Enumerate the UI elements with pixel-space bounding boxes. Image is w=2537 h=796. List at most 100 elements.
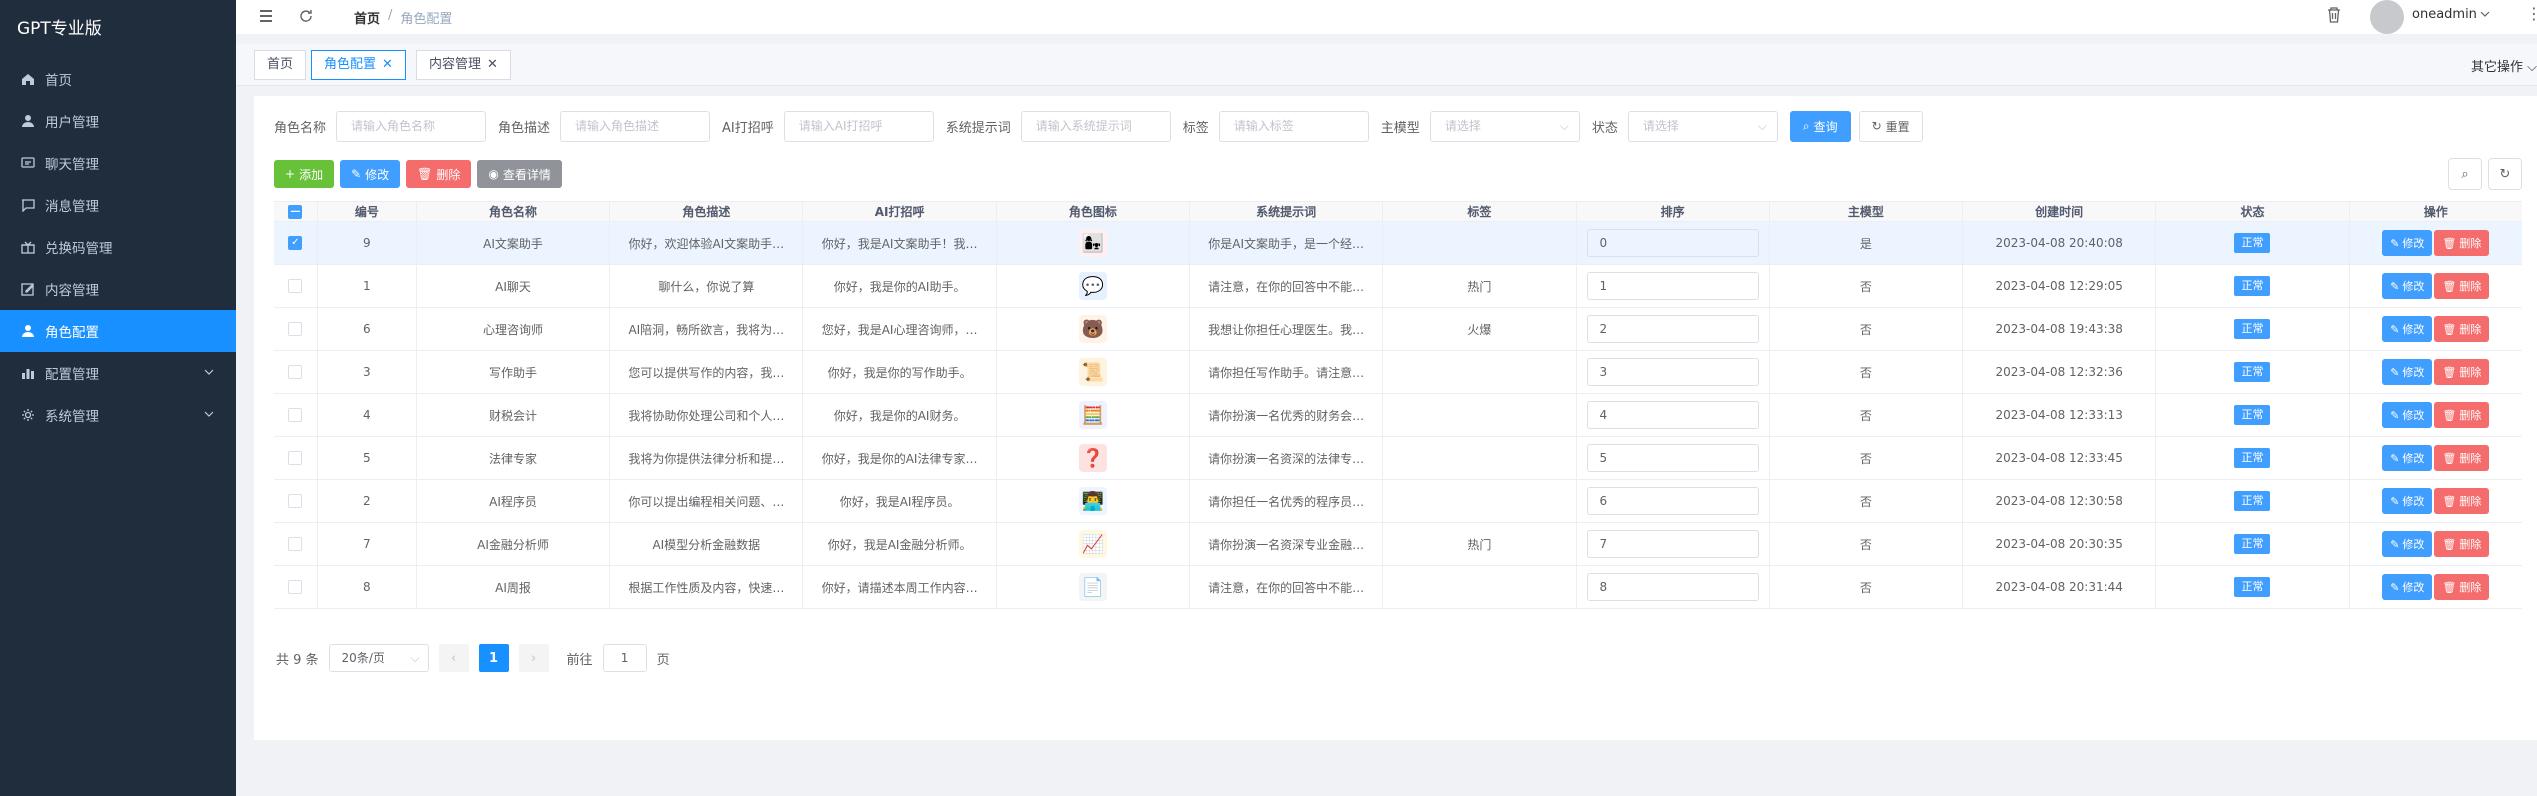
sort-input[interactable]: 3 [1586, 358, 1759, 386]
main-model-select[interactable]: 请选择 ⌵ [1429, 110, 1580, 142]
cell-icon: 💬 [997, 265, 1190, 307]
sort-input[interactable]: 5 [1586, 444, 1759, 472]
goto-page-input[interactable]: 1 [602, 644, 647, 672]
role-avatar-icon: 📜 [1078, 358, 1107, 386]
row-delete-button[interactable]: 🗑 删除 [2434, 230, 2490, 256]
table-row[interactable]: 2 AI程序员 你可以提出编程相关问题、… 你好，我是AI程序员。 👨‍💻 请你担任一名优… [274, 480, 2522, 523]
ai-greet-input[interactable]: 请输入AI打招呼 [783, 110, 934, 142]
tag-filter-input[interactable]: 请输入标签 [1218, 110, 1369, 142]
sort-input[interactable]: 7 [1586, 530, 1759, 558]
edit-icon: ✎ [2390, 537, 2400, 551]
cell-time: 2023-04-08 20:30:35 [1963, 523, 2157, 565]
row-checkbox[interactable] [288, 537, 303, 551]
cell-greet: 你好，我是AI文案助手！我… [803, 222, 997, 264]
sort-input[interactable]: 4 [1586, 401, 1759, 429]
close-icon[interactable]: ✕ [382, 57, 393, 72]
tag-content-manage[interactable]: 内容管理 ✕ [416, 50, 511, 80]
tag-home[interactable]: 首页 [254, 50, 307, 80]
refresh-icon[interactable] [298, 8, 314, 28]
trash-icon[interactable] [2326, 6, 2342, 28]
sort-input[interactable]: 1 [1586, 272, 1759, 300]
table-row[interactable]: 6 心理咨询师 AI陪洞，畅所欲言，我将为… 您好，我是AI心理咨询师，… 🐻 我想让你担… [274, 308, 2522, 351]
sort-input[interactable]: 8 [1586, 573, 1759, 601]
view-detail-button[interactable]: ◉ 查看详情 [477, 160, 562, 188]
row-checkbox[interactable] [288, 408, 303, 422]
other-ops-dropdown[interactable]: 其它操作 ⌵ [2471, 56, 2537, 75]
trash-icon: 🗑 [2442, 494, 2457, 508]
row-delete-button[interactable]: 🗑 删除 [2434, 359, 2490, 385]
row-delete-button[interactable]: 🗑 删除 [2434, 574, 2490, 600]
page-number[interactable]: 1 [478, 644, 509, 672]
reset-button[interactable]: ↻ 重置 [1858, 110, 1923, 142]
refresh-button[interactable]: ↻ [2488, 158, 2522, 190]
sidebar-item[interactable]: 内容管理 [0, 268, 236, 310]
row-checkbox[interactable] [288, 451, 303, 465]
sidebar-item[interactable]: 聊天管理 [0, 142, 236, 184]
hamburger-icon[interactable] [258, 8, 274, 28]
avatar[interactable] [2370, 0, 2404, 34]
tag-role-config[interactable]: 角色配置 ✕ [311, 50, 406, 80]
sidebar-item[interactable]: 首页 [0, 58, 236, 100]
add-button[interactable]: + 添加 [274, 160, 335, 188]
status-select[interactable]: 请选择 ⌵ [1627, 110, 1778, 142]
page-size-select[interactable]: 20条/页 ⌵ [328, 644, 429, 672]
row-delete-button[interactable]: 🗑 删除 [2434, 402, 2490, 428]
select-all-checkbox[interactable]: — [288, 204, 303, 219]
sidebar-item[interactable]: 配置管理 [0, 352, 236, 394]
row-checkbox[interactable] [288, 322, 303, 336]
row-checkbox[interactable] [288, 365, 303, 379]
sidebar-item[interactable]: 系统管理 [0, 394, 236, 436]
row-edit-button[interactable]: ✎ 修改 [2382, 359, 2433, 385]
sort-input[interactable]: 6 [1586, 487, 1759, 515]
row-checkbox[interactable] [288, 580, 303, 594]
table-row[interactable]: ✓ 9 AI文案助手 你好，欢迎体验AI文案助手… 你好，我是AI文案助手！我… 👩‍👧 你… [274, 222, 2522, 265]
row-checkbox[interactable]: ✓ [288, 236, 303, 250]
toggle-search-button[interactable]: ⌕ [2448, 158, 2482, 190]
username[interactable]: oneadmin [2412, 7, 2477, 22]
add-label: 添加 [299, 167, 324, 182]
role-name-input[interactable]: 请输入角色名称 [336, 110, 487, 142]
row-delete-button[interactable]: 🗑 删除 [2434, 488, 2490, 514]
cell-prompt-text: 请注意，在你的回答中不能… [1208, 580, 1365, 595]
sidebar-item[interactable]: 兑换码管理 [0, 226, 236, 268]
row-edit-button[interactable]: ✎ 修改 [2382, 316, 2433, 342]
row-edit-button[interactable]: ✎ 修改 [2382, 273, 2433, 299]
query-button[interactable]: ⌕ 查询 [1789, 110, 1851, 142]
cell-time: 2023-04-08 19:43:38 [1963, 308, 2157, 350]
more-vertical-icon[interactable]: ⋮ [2526, 4, 2537, 23]
row-edit-button[interactable]: ✎ 修改 [2382, 230, 2433, 256]
next-page-button[interactable]: › [518, 644, 549, 672]
row-delete-button[interactable]: 🗑 删除 [2434, 531, 2490, 557]
sort-input[interactable]: 2 [1586, 315, 1759, 343]
table-row[interactable]: 8 AI周报 根据工作性质及内容，快速… 你好，请描述本周工作内容… 📄 请注意，在你的回… [274, 566, 2522, 609]
row-edit-button[interactable]: ✎ 修改 [2382, 402, 2433, 428]
sort-input[interactable]: 0 [1586, 229, 1759, 257]
row-delete-button[interactable]: 🗑 删除 [2434, 273, 2490, 299]
row-edit-button[interactable]: ✎ 修改 [2382, 445, 2433, 471]
table-row[interactable]: 5 法律专家 我将为你提供法律分析和提… 你好，我是你的AI法律专家… ❓ 请你扮演一名资… [274, 437, 2522, 480]
column-header: 操作 [2423, 205, 2448, 219]
delete-button[interactable]: 🗑 删除 [406, 160, 472, 188]
table-row[interactable]: 4 财税会计 我将协助你处理公司和个人… 你好，我是你的AI财务。 🧮 请你扮演一名优秀的… [274, 394, 2522, 437]
edit-button[interactable]: ✎ 修改 [340, 160, 401, 188]
close-icon[interactable]: ✕ [487, 57, 498, 72]
sidebar-item[interactable]: 角色配置 [0, 310, 236, 352]
system-prompt-input[interactable]: 请输入系统提示词 [1020, 110, 1171, 142]
table-row[interactable]: 7 AI金融分析师 AI模型分析金融数据 你好，我是AI金融分析师。 📈 请你扮演一名资深… [274, 523, 2522, 566]
row-delete-button[interactable]: 🗑 删除 [2434, 316, 2490, 342]
row-delete-button[interactable]: 🗑 删除 [2434, 445, 2490, 471]
role-desc-input[interactable]: 请输入角色描述 [560, 110, 711, 142]
row-edit-button[interactable]: ✎ 修改 [2382, 574, 2433, 600]
sidebar-item[interactable]: 用户管理 [0, 100, 236, 142]
sidebar-item[interactable]: 消息管理 [0, 184, 236, 226]
prev-page-button[interactable]: ‹ [438, 644, 469, 672]
row-checkbox[interactable] [288, 279, 303, 293]
table-row[interactable]: 1 AI聊天 聊什么，你说了算 你好，我是你的AI助手。 💬 请注意，在你的回答中不能… 热… [274, 265, 2522, 308]
row-edit-button[interactable]: ✎ 修改 [2382, 531, 2433, 557]
row-checkbox[interactable] [288, 494, 303, 508]
row-edit-button[interactable]: ✎ 修改 [2382, 488, 2433, 514]
table-row[interactable]: 3 写作助手 您可以提供写作的内容，我… 你好，我是你的写作助手。 📜 请你担任写作助手。… [274, 351, 2522, 394]
breadcrumb-home[interactable]: 首页 [354, 8, 380, 27]
chevron-down-icon[interactable] [2480, 8, 2490, 23]
cell-prompt: 请你扮演一名优秀的财务会… [1190, 394, 1384, 436]
